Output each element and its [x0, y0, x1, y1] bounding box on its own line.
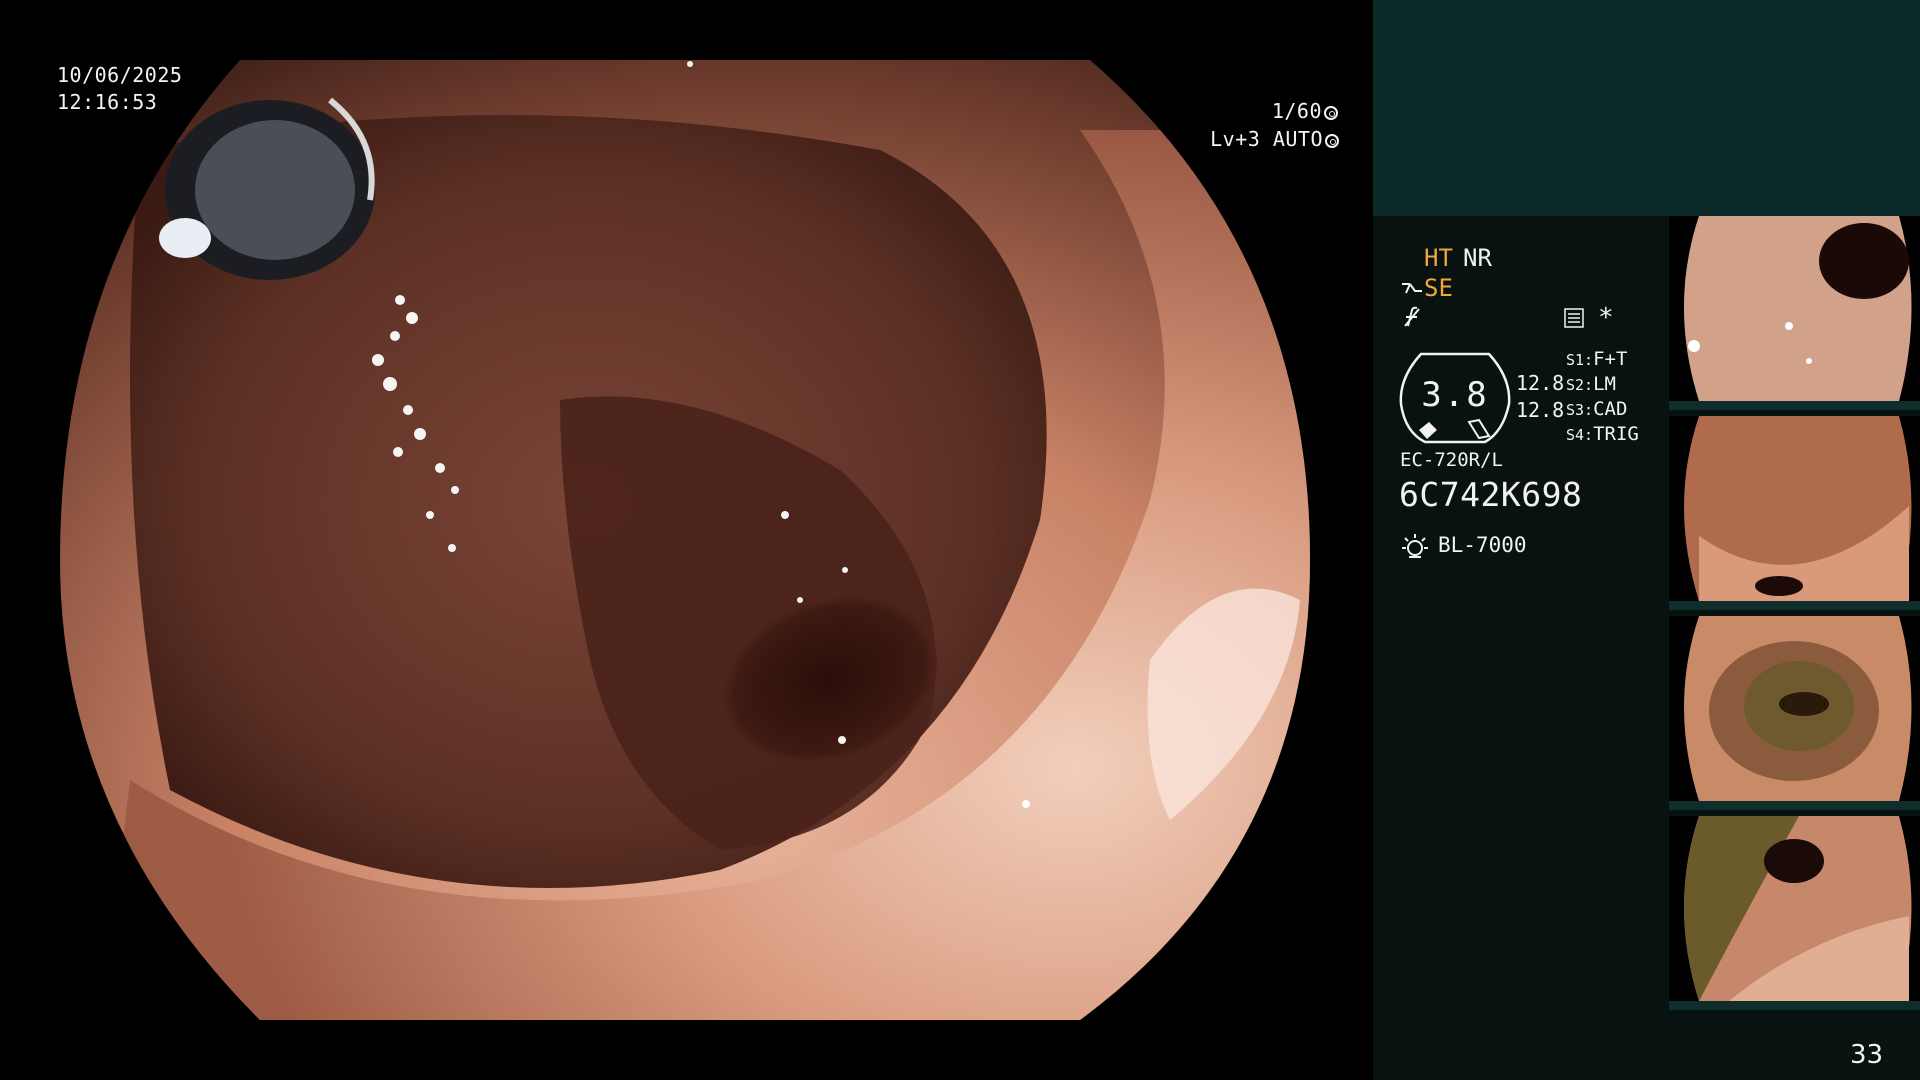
- thumbnail-strip: [1669, 601, 1920, 610]
- iris-icon: [1325, 134, 1339, 148]
- thumbnail-strip: [1669, 801, 1920, 810]
- capture-thumbnail[interactable]: [1669, 616, 1920, 810]
- capture-thumbnail[interactable]: [1669, 816, 1920, 1010]
- time-text: 12:16:53: [57, 90, 158, 114]
- switch-key: S3:: [1566, 401, 1594, 419]
- capture-thumbnail[interactable]: [1669, 416, 1920, 610]
- level-readout: Lv+3 AUTO: [1139, 126, 1339, 153]
- preview-area: [1373, 0, 1920, 216]
- thumbnail-image: [1669, 816, 1920, 1010]
- switch-key: S1:: [1566, 351, 1594, 369]
- datetime-readout: 10/06/2025 12:16:53: [57, 62, 182, 116]
- switch-key: S2:: [1566, 376, 1594, 394]
- shutter-readout: 1/60: [1138, 98, 1338, 125]
- mode-ht-label: HT: [1424, 244, 1453, 272]
- scope-serial-number: 6C742K698: [1399, 475, 1583, 514]
- endoscopic-image: [60, 60, 1310, 1020]
- scope-model: EC-720R/L: [1400, 449, 1503, 471]
- mode-se-label: SE: [1424, 274, 1453, 302]
- page-number: 33: [1850, 1040, 1884, 1070]
- switch-value: TRIG: [1593, 423, 1639, 445]
- switch-s1: S1:F+T: [1566, 348, 1627, 370]
- thumbnail-image: [1669, 216, 1920, 410]
- level-text: Lv+3 AUTO: [1210, 127, 1323, 151]
- endoscope-view: 10/06/2025 12:16:53 1/60 Lv+3 AUTO: [0, 0, 1373, 1080]
- thumbnail-strip: [1669, 1001, 1920, 1010]
- gauge-reading-1: 12.8: [1516, 371, 1565, 395]
- switch-s4: S4:TRIG: [1566, 423, 1639, 445]
- switch-s2: S2:LM: [1566, 373, 1616, 395]
- zoom-value: 3.8: [1421, 375, 1489, 415]
- switch-value: F+T: [1593, 348, 1628, 370]
- switch-s3: S3:CAD: [1566, 398, 1627, 420]
- gauge-reading-2: 12.8: [1516, 398, 1565, 422]
- switch-value: CAD: [1593, 398, 1628, 420]
- settings-menu-icon[interactable]: [1564, 308, 1584, 328]
- light-source-icon: [1402, 534, 1428, 558]
- thumbnail-strip: [1669, 401, 1920, 410]
- thumbnail-image: [1669, 616, 1920, 810]
- thumbnail-image: [1669, 416, 1920, 610]
- star-icon: *: [1598, 303, 1614, 333]
- capture-thumbnail[interactable]: [1669, 216, 1920, 410]
- date-text: 10/06/2025: [57, 63, 183, 87]
- structure-enhance-icon: [1402, 283, 1422, 294]
- mode-nr-label: NR: [1463, 244, 1492, 272]
- light-source-model: BL-7000: [1438, 533, 1527, 557]
- shutter-icon: [1324, 106, 1338, 120]
- switch-key: S4:: [1566, 426, 1594, 444]
- freeze-icon: [1404, 306, 1420, 327]
- switch-value: LM: [1593, 373, 1616, 395]
- shutter-text: 1/60: [1271, 99, 1322, 123]
